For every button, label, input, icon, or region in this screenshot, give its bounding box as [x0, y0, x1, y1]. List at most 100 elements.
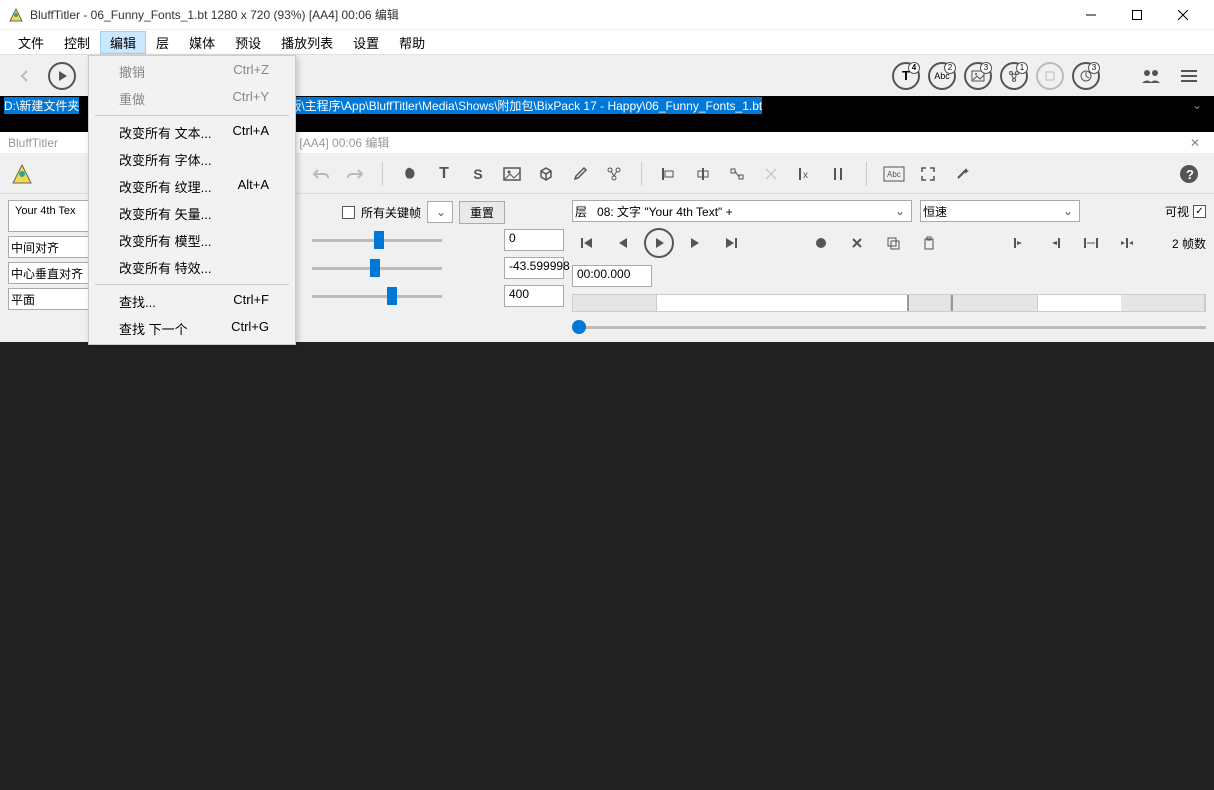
menu-find-next[interactable]: 查找 下一个Ctrl+G	[91, 315, 293, 342]
menu-undo[interactable]: 撤销Ctrl+Z	[91, 58, 293, 85]
slider-x[interactable]	[312, 232, 442, 248]
abc-box-icon[interactable]: Abc	[879, 159, 909, 189]
blob-icon[interactable]	[395, 159, 425, 189]
image-icon[interactable]	[497, 159, 527, 189]
users-icon[interactable]	[1136, 61, 1166, 91]
menu-find[interactable]: 查找...Ctrl+F	[91, 288, 293, 315]
visible-label: 可视	[1165, 203, 1189, 220]
marker-in-icon[interactable]	[1004, 228, 1034, 258]
reset-button[interactable]: 重置	[459, 201, 505, 224]
value-x[interactable]: 0	[504, 229, 564, 251]
record-button[interactable]	[806, 228, 836, 258]
text-s-icon[interactable]: S	[463, 159, 493, 189]
menu-file[interactable]: 文件	[8, 31, 54, 54]
menu-change-font[interactable]: 改变所有 字体...	[91, 146, 293, 173]
text-T-icon[interactable]: T	[429, 159, 459, 189]
menu-preset[interactable]: 预设	[225, 31, 271, 54]
minimize-button[interactable]	[1068, 0, 1114, 30]
redo-button[interactable]	[340, 159, 370, 189]
fx-layer-button[interactable]: 1	[1000, 62, 1028, 90]
menu-playlist[interactable]: 播放列表	[271, 31, 343, 54]
menubar: 文件 控制 编辑 层 媒体 预设 播放列表 设置 帮助	[0, 30, 1214, 54]
menu-change-text[interactable]: 改变所有 文本...Ctrl+A	[91, 119, 293, 146]
layer-select[interactable]: 层 08: 文字 "Your 4th Text" +⌄	[572, 200, 912, 222]
speed-select[interactable]: 恒速⌄	[920, 200, 1080, 222]
menu-edit[interactable]: 编辑	[100, 31, 146, 54]
timeline[interactable]	[572, 294, 1206, 312]
menu-change-texture[interactable]: 改变所有 纹理...Alt+A	[91, 173, 293, 200]
menu-change-vector[interactable]: 改变所有 矢量...	[91, 200, 293, 227]
playback-column: 层 08: 文字 "Your 4th Text" +⌄ 恒速⌄ 可视 ✓	[572, 200, 1206, 336]
align-center-icon[interactable]	[688, 159, 718, 189]
value-y[interactable]: -43.599998	[504, 257, 564, 279]
goto-end-button[interactable]	[716, 228, 746, 258]
titlebar: BluffTitler - 06_Funny_Fonts_1.bt 1280 x…	[0, 0, 1214, 30]
scrub-thumb[interactable]	[572, 320, 586, 334]
marker-out-icon[interactable]	[1040, 228, 1070, 258]
menu-change-effect[interactable]: 改变所有 特效...	[91, 254, 293, 281]
align-ll-icon[interactable]	[824, 159, 854, 189]
slider-y[interactable]	[312, 260, 442, 276]
align-distribute-icon[interactable]	[722, 159, 752, 189]
window-title: BluffTitler - 06_Funny_Fonts_1.bt 1280 x…	[30, 6, 1068, 23]
container-button[interactable]	[1036, 62, 1064, 90]
image-layer-button[interactable]: 3	[964, 62, 992, 90]
allkeys-checkbox[interactable]	[342, 206, 355, 219]
clock-button[interactable]: 3	[1072, 62, 1100, 90]
menu-control[interactable]: 控制	[54, 31, 100, 54]
path-left: D:\新建文件夹	[4, 97, 79, 114]
path-right: 版\主程序\App\BluffTitler\Media\Shows\附加包\Bi…	[289, 97, 762, 114]
undo-button[interactable]	[306, 159, 336, 189]
menu-redo[interactable]: 重做Ctrl+Y	[91, 85, 293, 112]
cube-icon[interactable]	[531, 159, 561, 189]
scrub-bar[interactable]	[572, 318, 1206, 336]
paste-button[interactable]	[914, 228, 944, 258]
back-button[interactable]	[10, 61, 40, 91]
menu-settings[interactable]: 设置	[343, 31, 389, 54]
edit-menu-dropdown: 撤销Ctrl+Z 重做Ctrl+Y 改变所有 文本...Ctrl+A 改变所有 …	[88, 55, 296, 345]
sub-close-button[interactable]: ✕	[1184, 136, 1206, 150]
time-input[interactable]: 00:00.000	[572, 265, 652, 287]
visible-checkbox[interactable]: ✓	[1193, 205, 1206, 218]
marker-range-icon[interactable]	[1076, 228, 1106, 258]
delete-key-button[interactable]	[842, 228, 872, 258]
menu-layer[interactable]: 层	[146, 31, 179, 54]
slider-z[interactable]	[312, 288, 442, 304]
sub-title-text: BluffTitler	[8, 136, 58, 150]
align-cross-icon[interactable]	[756, 159, 786, 189]
app-logo-icon	[10, 162, 34, 186]
hamburger-icon[interactable]	[1174, 61, 1204, 91]
play-button[interactable]	[644, 228, 674, 258]
wand-icon[interactable]	[947, 159, 977, 189]
menu-change-model[interactable]: 改变所有 模型...	[91, 227, 293, 254]
goto-start-button[interactable]	[572, 228, 602, 258]
menu-help[interactable]: 帮助	[389, 31, 435, 54]
expand-icon[interactable]	[913, 159, 943, 189]
svg-text:x: x	[803, 170, 808, 181]
align-left-icon[interactable]	[654, 159, 684, 189]
path-dropdown-icon[interactable]: ⌄	[1184, 98, 1210, 112]
text-layer-button[interactable]: T4	[892, 62, 920, 90]
nodes-icon[interactable]	[599, 159, 629, 189]
play-main-button[interactable]	[48, 62, 76, 90]
copy-button[interactable]	[878, 228, 908, 258]
svg-text:?: ?	[1186, 167, 1194, 182]
svg-text:Abc: Abc	[887, 170, 901, 179]
maximize-button[interactable]	[1114, 0, 1160, 30]
step-back-button[interactable]	[608, 228, 638, 258]
chevron-down-icon: ⌄	[891, 204, 909, 218]
app-logo-icon	[8, 7, 24, 23]
value-z[interactable]: 400	[504, 285, 564, 307]
marker-center-icon[interactable]	[1112, 228, 1142, 258]
close-button[interactable]	[1160, 0, 1206, 30]
eyedropper-icon[interactable]	[565, 159, 595, 189]
menu-media[interactable]: 媒体	[179, 31, 225, 54]
align-lx-icon[interactable]: x	[790, 159, 820, 189]
allkeys-label: 所有关键帧	[361, 204, 421, 221]
preview-viewport[interactable]	[0, 342, 1214, 790]
prop-select[interactable]: ⌄	[427, 201, 453, 223]
chevron-down-icon: ⌄	[1059, 204, 1077, 218]
step-fwd-button[interactable]	[680, 228, 710, 258]
abc-layer-button[interactable]: Abc2	[928, 62, 956, 90]
help-icon[interactable]: ?	[1174, 159, 1204, 189]
